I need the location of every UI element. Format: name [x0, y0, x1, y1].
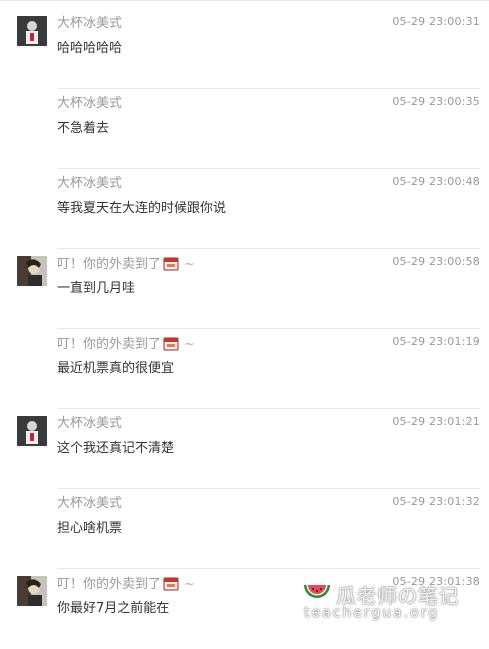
timestamp: 05-29 23:01:21 — [392, 415, 480, 428]
message-text: 担心啥机票 — [57, 521, 123, 536]
message-item: 叮！你的外卖到了 ~ 05-29 23:01:19 最近机票真的很便宜 — [0, 329, 489, 409]
timestamp: 05-29 23:00:48 — [392, 175, 480, 188]
sender-name[interactable]: 大杯冰美式 — [57, 95, 122, 113]
avatar[interactable] — [17, 576, 47, 606]
takeout-box-icon — [163, 575, 179, 597]
message-item: 大杯冰美式 05-29 23:01:32 担心啥机票 — [0, 489, 489, 569]
message-item: 叮！你的外卖到了 ~ 05-29 23:01:38 你最好7月之前能在 — [0, 569, 489, 649]
top-divider — [0, 0, 489, 1]
sender-name[interactable]: 叮！你的外卖到了 ~ — [57, 335, 195, 357]
sender-name[interactable]: 大杯冰美式 — [57, 495, 122, 513]
message-text: 一直到几月哇 — [57, 281, 136, 296]
message-text: 哈哈哈哈哈 — [57, 41, 123, 56]
message-text: 等我夏天在大连的时候跟你说 — [57, 201, 227, 216]
sender-name[interactable]: 大杯冰美式 — [57, 415, 122, 433]
takeout-box-icon — [163, 255, 179, 277]
takeout-box-icon — [163, 335, 179, 357]
timestamp: 05-29 23:00:58 — [392, 255, 480, 268]
avatar[interactable] — [17, 256, 47, 286]
timestamp: 05-29 23:01:19 — [392, 335, 480, 348]
timestamp: 05-29 23:01:38 — [392, 575, 480, 588]
timestamp: 05-29 23:00:31 — [392, 15, 480, 28]
message-text: 最近机票真的很便宜 — [57, 361, 175, 376]
message-text: 你最好7月之前能在 — [57, 601, 170, 616]
sender-name[interactable]: 大杯冰美式 — [57, 175, 122, 193]
message-text: 不急着去 — [57, 121, 110, 136]
message-item: 大杯冰美式 05-29 23:00:48 等我夏天在大连的时候跟你说 — [0, 169, 489, 249]
message-item: 大杯冰美式 05-29 23:00:35 不急着去 — [0, 89, 489, 169]
avatar[interactable] — [17, 16, 47, 46]
message-item: 大杯冰美式 05-29 23:00:31 哈哈哈哈哈 — [0, 9, 489, 89]
message-text: 这个我还真记不清楚 — [57, 441, 175, 456]
timestamp: 05-29 23:01:32 — [392, 495, 480, 508]
sender-name[interactable]: 叮！你的外卖到了 ~ — [57, 255, 195, 277]
message-item: 大杯冰美式 05-29 23:01:21 这个我还真记不清楚 — [0, 409, 489, 489]
avatar[interactable] — [17, 416, 47, 446]
sender-name[interactable]: 大杯冰美式 — [57, 15, 122, 33]
sender-name[interactable]: 叮！你的外卖到了 ~ — [57, 575, 195, 597]
message-item: 叮！你的外卖到了 ~ 05-29 23:00:58 一直到几月哇 — [0, 249, 489, 329]
timestamp: 05-29 23:00:35 — [392, 95, 480, 108]
